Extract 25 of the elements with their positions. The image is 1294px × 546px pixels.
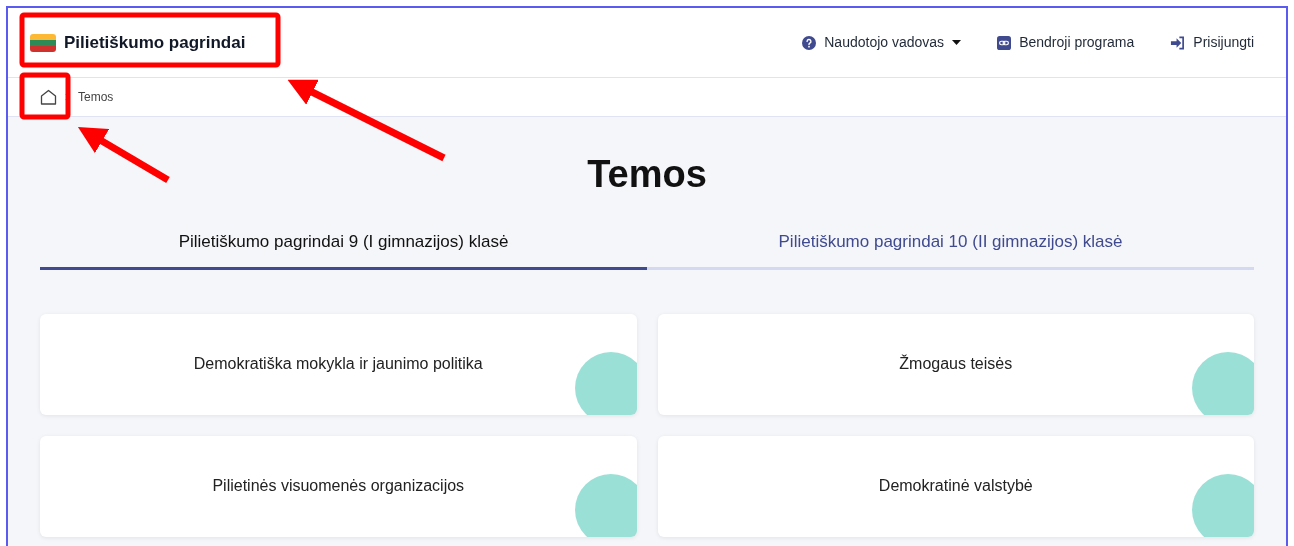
question-icon <box>802 35 817 50</box>
tab[interactable]: Pilietiškumo pagrindai 9 (I gimnazijos) klasė <box>40 229 647 270</box>
topic-card[interactable]: Demokratinė valstybė <box>657 435 1254 537</box>
topic-card[interactable]: Demokratiška mokykla ir jaunimo politika <box>40 313 637 415</box>
sign-in-icon <box>1170 35 1186 50</box>
highlight-frame <box>19 72 71 120</box>
caret-icon <box>952 40 962 45</box>
topic-title: Žmogaus teisės <box>899 353 1013 374</box>
topic-title: Pilietinės visuomenės organizacijos <box>212 476 465 496</box>
brand-title[interactable]: Pilietiškumo pagrindai <box>64 29 246 56</box>
nav-link[interactable]: Prisijungti <box>1170 32 1254 53</box>
link-icon <box>997 35 1012 50</box>
topic-card[interactable]: Žmogaus teisės <box>657 313 1254 415</box>
topic-title: Demokratinė valstybė <box>878 476 1033 496</box>
circle-decoration <box>1192 473 1254 537</box>
tab[interactable]: Pilietiškumo pagrindai 10 (II gimnazijos) klasė <box>647 229 1254 270</box>
topic-title: Demokratiška mokykla ir jaunimo politika <box>193 354 483 374</box>
home-icon[interactable] <box>40 89 57 105</box>
circle-decoration <box>1192 351 1254 415</box>
flag-icon <box>30 33 56 52</box>
breadcrumb-item[interactable]: Temos <box>78 88 114 106</box>
nav-link[interactable]: Bendroji programa <box>997 32 1135 53</box>
topic-card[interactable]: Pilietinės visuomenės organizacijos <box>40 435 637 537</box>
nav-link[interactable]: Naudotojo vadovas <box>802 32 962 53</box>
page-title: Temos <box>586 155 708 193</box>
